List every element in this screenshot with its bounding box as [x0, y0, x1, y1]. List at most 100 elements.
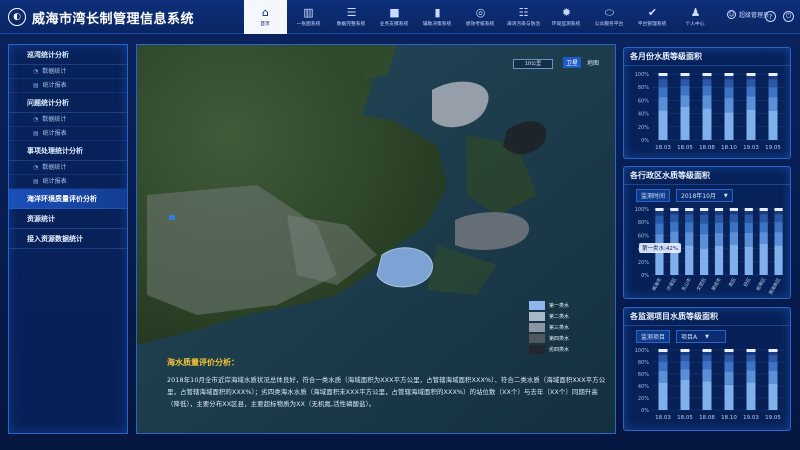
bar-segment[interactable]: [700, 223, 709, 235]
bar-segment[interactable]: [774, 214, 783, 223]
bar-segment[interactable]: [700, 234, 709, 249]
bar-segment[interactable]: [768, 354, 778, 362]
bar-segment[interactable]: [658, 371, 668, 383]
sidebar-group-5[interactable]: 接入资源数据统计: [9, 229, 127, 249]
sidebar-item[interactable]: ▤ 统计报表: [9, 127, 127, 141]
sidebar-group-1[interactable]: 问题统计分析: [9, 93, 127, 113]
sidebar-item[interactable]: ▤ 统计报表: [9, 175, 127, 189]
sidebar-group-2[interactable]: 事项处理统计分析: [9, 141, 127, 161]
bar-segment[interactable]: [729, 222, 738, 233]
bar-segment[interactable]: [658, 87, 668, 98]
nav-item-3[interactable]: ■ 业务支撑系统: [373, 0, 416, 34]
bar-segment[interactable]: [744, 222, 753, 233]
bar-segment[interactable]: [759, 222, 768, 233]
nav-item-2[interactable]: ☰ 数据完整系统: [330, 0, 373, 34]
bar-segment[interactable]: [685, 245, 694, 275]
power-icon[interactable]: ⏻: [783, 11, 794, 22]
bar-segment[interactable]: [680, 354, 690, 361]
bar-segment[interactable]: [724, 354, 734, 362]
bar-segment[interactable]: [685, 222, 694, 233]
bar-segment[interactable]: [768, 110, 778, 140]
nav-item-5[interactable]: ◎ 绩效考核系统: [459, 0, 502, 34]
bar-segment[interactable]: [729, 244, 738, 275]
sidebar-item[interactable]: ▤ 统计报表: [9, 79, 127, 93]
bar-segment[interactable]: [724, 112, 734, 140]
bar-segment[interactable]: [680, 95, 690, 107]
bar-segment[interactable]: [724, 362, 734, 372]
bar-segment[interactable]: [714, 214, 724, 223]
nav-item-0[interactable]: ⌂ 首页: [244, 0, 287, 34]
bar-segment[interactable]: [768, 97, 778, 111]
bar-segment[interactable]: [729, 232, 738, 245]
map-toggle-0[interactable]: 卫星: [563, 57, 582, 68]
bar-segment[interactable]: [700, 248, 709, 275]
bar-segment[interactable]: [768, 87, 778, 98]
nav-item-9[interactable]: ✔ 平台管理系统: [631, 0, 674, 34]
bar-segment[interactable]: [658, 354, 668, 362]
bar-segment[interactable]: [658, 383, 668, 410]
bar-segment[interactable]: [746, 96, 756, 110]
bar-segment[interactable]: [680, 85, 690, 96]
bar-segment[interactable]: [702, 381, 712, 410]
bar-segment[interactable]: [724, 371, 734, 385]
bar-segment[interactable]: [724, 87, 734, 98]
bar-segment[interactable]: [746, 109, 756, 140]
bar-segment[interactable]: [746, 354, 756, 362]
bar-segment[interactable]: [702, 79, 712, 86]
bar-segment[interactable]: [768, 79, 778, 88]
bar-segment[interactable]: [746, 361, 756, 371]
bar-segment[interactable]: [702, 108, 712, 140]
bar-segment[interactable]: [680, 369, 690, 380]
nav-item-6[interactable]: ☷ 海湾污染与防治: [502, 0, 545, 34]
bar-segment[interactable]: [658, 362, 668, 371]
bar-segment[interactable]: [746, 86, 756, 97]
bar-segment[interactable]: [774, 232, 783, 246]
sidebar-item[interactable]: ◔ 数据统计: [9, 65, 127, 79]
map-toggle-1[interactable]: 地图: [584, 57, 602, 68]
bar-segment[interactable]: [700, 214, 709, 224]
bar-segment[interactable]: [670, 231, 679, 244]
bar-segment[interactable]: [680, 79, 690, 86]
bar-segment[interactable]: [658, 110, 668, 140]
bar-segment[interactable]: [729, 214, 738, 223]
bar-segment[interactable]: [702, 85, 712, 96]
bar-segment[interactable]: [759, 243, 768, 275]
map-view[interactable]: 10公里 卫星 地图 第一类水 第二类水 第三类水 第四类水 劣四类水 海水质量评价分析：…: [136, 44, 616, 434]
nav-item-8[interactable]: ⬭ 公众服务平台: [588, 0, 631, 34]
bar-segment[interactable]: [774, 245, 783, 275]
bar-segment[interactable]: [680, 380, 690, 410]
bar-segment[interactable]: [744, 214, 753, 223]
sidebar-item[interactable]: ◔ 数据统计: [9, 113, 127, 127]
bar-segment[interactable]: [702, 360, 712, 370]
bar-segment[interactable]: [746, 382, 756, 410]
bar-segment[interactable]: [685, 214, 694, 223]
sidebar-group-4[interactable]: 资源统计: [9, 209, 127, 229]
nav-item-10[interactable]: ♟ 个人中心: [674, 0, 717, 34]
bar-segment[interactable]: [744, 246, 753, 275]
user-zone[interactable]: ☺ 超级管理员: [727, 10, 769, 19]
bar-segment[interactable]: [774, 222, 783, 233]
bar-segment[interactable]: [759, 232, 768, 244]
bar-segment[interactable]: [680, 360, 690, 370]
bar-segment[interactable]: [746, 79, 756, 87]
bar-segment[interactable]: [768, 383, 778, 410]
bar-segment[interactable]: [714, 245, 724, 275]
bar-segment[interactable]: [768, 371, 778, 384]
bar-segment[interactable]: [744, 232, 753, 247]
bar-segment[interactable]: [685, 232, 694, 246]
bar-segment[interactable]: [759, 214, 768, 223]
sidebar-group-3[interactable]: 海洋环境质量评价分析: [9, 189, 127, 209]
bar-segment[interactable]: [724, 384, 734, 410]
bar-segment[interactable]: [655, 223, 664, 235]
bar-segment[interactable]: [658, 79, 668, 88]
bar-segment[interactable]: [655, 215, 664, 224]
bar-segment[interactable]: [670, 214, 679, 223]
nav-item-7[interactable]: ✹ 环境监测系统: [545, 0, 588, 34]
bar-segment[interactable]: [724, 97, 734, 113]
bar-segment[interactable]: [658, 97, 668, 111]
bar-segment[interactable]: [714, 232, 724, 246]
bar-segment[interactable]: [702, 369, 712, 382]
bar-segment[interactable]: [746, 370, 756, 383]
nav-item-4[interactable]: ▮ 辅助决策系统: [416, 0, 459, 34]
nav-item-1[interactable]: ▥ 一张图系统: [287, 0, 330, 34]
